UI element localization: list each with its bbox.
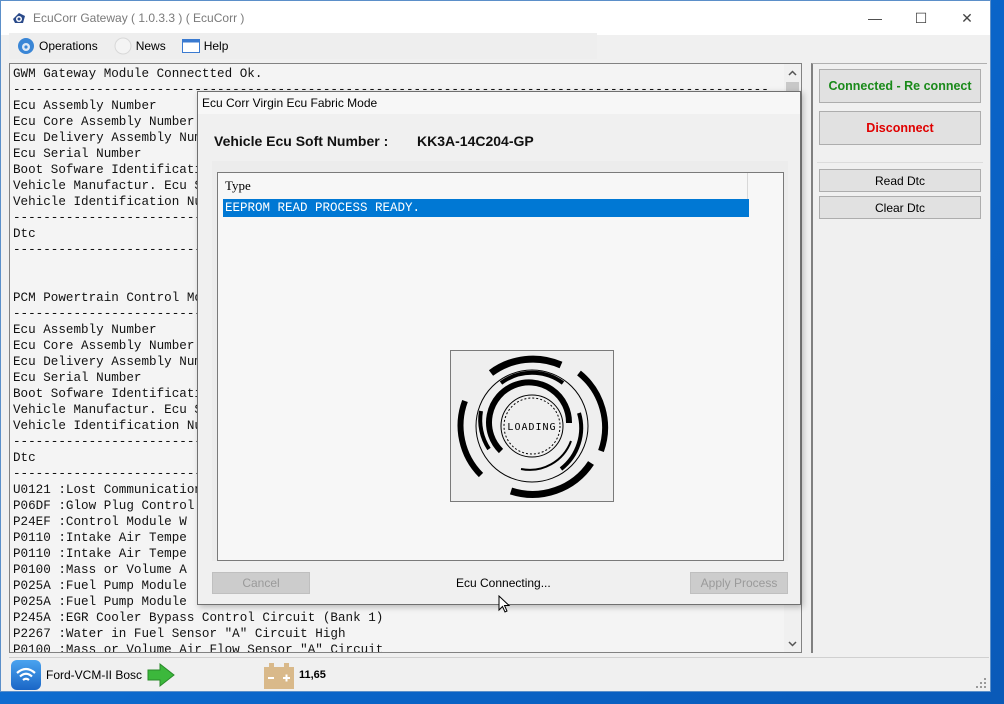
- menu-bar: Operations News Help: [9, 33, 597, 59]
- menu-help-label: Help: [203, 39, 229, 53]
- cancel-button[interactable]: Cancel: [212, 572, 310, 594]
- menu-news-label: News: [135, 39, 166, 53]
- scroll-down-icon[interactable]: [784, 635, 801, 652]
- side-panel: Connected - Re connect Disconnect Read D…: [811, 63, 987, 653]
- log-line: GWM Gateway Module Connectted Ok.: [13, 67, 263, 81]
- disconnect-button[interactable]: Disconnect: [819, 111, 981, 145]
- apply-process-button[interactable]: Apply Process: [690, 572, 788, 594]
- window-title: EcuCorr Gateway ( 1.0.3.3 ) ( EcuCorr ): [33, 11, 245, 25]
- close-icon: ✕: [961, 9, 973, 26]
- side-divider: [817, 162, 983, 163]
- soft-number-label: Vehicle Ecu Soft Number :: [214, 133, 389, 149]
- list-row-selected[interactable]: EEPROM READ PROCESS READY.: [223, 199, 749, 217]
- soft-number-value: KK3A-14C204-GP: [417, 133, 534, 149]
- close-button[interactable]: ✕: [944, 1, 990, 35]
- minimize-icon: —: [868, 10, 882, 26]
- maximize-icon: ☐: [914, 9, 928, 26]
- status-bar: Ford-VCM-II Bosc 11,65: [9, 657, 989, 691]
- loading-text: LOADING: [507, 422, 556, 433]
- voltage-value: 11,65: [299, 669, 326, 681]
- fabric-mode-dialog: Ecu Corr Virgin Ecu Fabric Mode Vehicle …: [197, 91, 801, 613]
- title-bar: EcuCorr Gateway ( 1.0.3.3 ) ( EcuCorr ) …: [1, 1, 990, 35]
- menu-operations-label: Operations: [39, 39, 98, 53]
- wifi-icon: [11, 659, 41, 690]
- read-dtc-button[interactable]: Read Dtc: [819, 169, 981, 192]
- dialog-title: Ecu Corr Virgin Ecu Fabric Mode: [198, 92, 800, 114]
- connection-status: Ecu Connecting...: [456, 576, 551, 590]
- log-line: P2267 :Water in Fuel Sensor "A" Circuit …: [13, 627, 346, 641]
- menu-news[interactable]: News: [106, 33, 174, 59]
- resize-grip-icon[interactable]: [975, 677, 987, 689]
- list-column-header-type[interactable]: Type: [218, 173, 748, 199]
- window-icon: [181, 37, 200, 55]
- circle-icon: [114, 37, 132, 55]
- log-line: P245A :EGR Cooler Bypass Control Circuit…: [13, 611, 384, 625]
- arrow-right-icon: [147, 662, 175, 687]
- gear-globe-icon: [17, 37, 35, 55]
- mouse-cursor-icon: [498, 595, 511, 613]
- log-line: P0100 :Mass or Volume Air Flow Sensor "A…: [13, 643, 384, 653]
- battery-icon: [264, 663, 294, 689]
- scroll-up-icon[interactable]: [784, 64, 801, 81]
- process-list[interactable]: Type EEPROM READ PROCESS READY. LOADING: [217, 172, 784, 613]
- loading-animation: LOADING: [450, 350, 614, 502]
- minimize-button[interactable]: —: [852, 1, 898, 35]
- menu-operations[interactable]: Operations: [9, 33, 106, 59]
- menu-help[interactable]: Help: [174, 33, 237, 59]
- app-logo-icon: [11, 10, 27, 26]
- reconnect-button[interactable]: Connected - Re connect: [819, 69, 981, 103]
- maximize-button[interactable]: ☐: [898, 1, 944, 35]
- clear-dtc-button[interactable]: Clear Dtc: [819, 196, 981, 219]
- device-name: Ford-VCM-II Bosc: [46, 667, 143, 682]
